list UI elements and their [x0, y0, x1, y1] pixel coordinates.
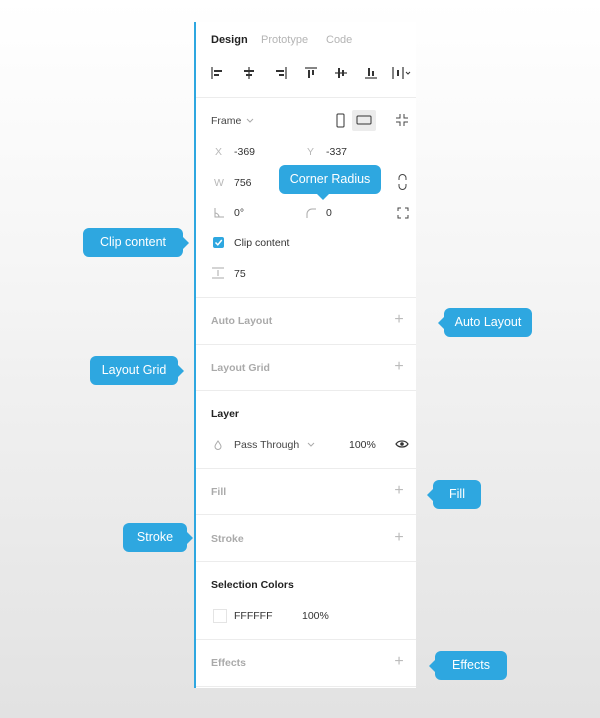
corner-radius-input[interactable]: 0	[326, 207, 332, 219]
clip-content-checkbox[interactable]	[213, 237, 224, 248]
spacing-input[interactable]: 75	[234, 268, 246, 280]
add-effect-icon[interactable]: +	[392, 654, 406, 670]
tab-code[interactable]: Code	[326, 34, 352, 46]
check-icon	[214, 239, 223, 246]
layout-grid-callout: Layout Grid	[90, 356, 184, 385]
y-input[interactable]: -337	[326, 146, 347, 158]
tab-prototype[interactable]: Prototype	[261, 34, 308, 46]
divider	[196, 297, 416, 298]
blend-mode-icon	[214, 440, 222, 450]
add-fill-icon[interactable]: +	[392, 483, 406, 499]
align-horizontal-center-icon[interactable]	[243, 67, 255, 79]
chevron-down-icon[interactable]	[246, 118, 254, 124]
x-label: X	[215, 146, 223, 158]
divider	[196, 344, 416, 345]
chevron-down-icon[interactable]	[307, 442, 315, 448]
auto-layout-callout: Auto Layout	[438, 308, 532, 337]
resize-to-fit-icon[interactable]	[395, 113, 409, 127]
portrait-orientation-icon[interactable]	[336, 113, 346, 128]
color-swatch[interactable]	[213, 609, 227, 623]
add-auto-layout-icon[interactable]: +	[392, 312, 406, 328]
spacing-icon	[212, 267, 224, 279]
stroke-callout: Stroke	[123, 523, 193, 552]
align-bottom-icon[interactable]	[365, 67, 377, 79]
divider	[196, 514, 416, 515]
distribute-dropdown-icon[interactable]	[392, 67, 412, 79]
eye-icon[interactable]	[395, 439, 409, 449]
corner-radius-callout: Corner Radius	[279, 165, 381, 200]
fill-callout: Fill	[427, 480, 481, 509]
divider	[196, 561, 416, 562]
color-hex-input[interactable]: FFFFFF	[234, 610, 272, 622]
tab-design[interactable]: Design	[211, 34, 248, 46]
blend-mode-select[interactable]: Pass Through	[234, 439, 299, 451]
auto-layout-title: Auto Layout	[211, 315, 273, 327]
fill-title: Fill	[211, 486, 227, 498]
effects-callout: Effects	[429, 651, 507, 680]
w-label: W	[214, 177, 224, 189]
clip-content-callout: Clip content	[83, 228, 189, 257]
layer-opacity-input[interactable]: 100%	[349, 439, 376, 451]
align-right-icon[interactable]	[275, 67, 287, 79]
layer-title: Layer	[211, 408, 240, 420]
align-top-icon[interactable]	[305, 67, 317, 79]
divider	[196, 97, 416, 98]
divider	[196, 390, 416, 391]
effects-title: Effects	[211, 657, 247, 669]
design-panel: Design Prototype Code Frame X -369 Y -33…	[194, 22, 416, 688]
divider	[196, 686, 416, 687]
add-stroke-icon[interactable]: +	[392, 530, 406, 546]
divider	[196, 468, 416, 469]
align-left-icon[interactable]	[211, 67, 223, 79]
clip-content-label[interactable]: Clip content	[234, 237, 289, 249]
corner-radius-icon	[306, 208, 316, 218]
rotation-icon	[214, 208, 224, 218]
align-vertical-center-icon[interactable]	[335, 67, 347, 79]
y-label: Y	[307, 146, 315, 158]
layout-grid-title: Layout Grid	[211, 362, 270, 374]
constrain-proportions-icon[interactable]	[398, 174, 407, 190]
landscape-orientation-icon	[356, 115, 372, 125]
divider	[196, 639, 416, 640]
color-opacity-input[interactable]: 100%	[302, 610, 329, 622]
frame-type-label[interactable]: Frame	[211, 115, 241, 127]
add-layout-grid-icon[interactable]: +	[392, 359, 406, 375]
landscape-orientation-button[interactable]	[352, 110, 376, 131]
selection-colors-title: Selection Colors	[211, 579, 294, 591]
w-input[interactable]: 756	[234, 177, 252, 189]
stroke-title: Stroke	[211, 533, 244, 545]
x-input[interactable]: -369	[234, 146, 255, 158]
rotation-input[interactable]: 0°	[234, 207, 244, 219]
independent-corners-icon[interactable]	[397, 207, 409, 219]
